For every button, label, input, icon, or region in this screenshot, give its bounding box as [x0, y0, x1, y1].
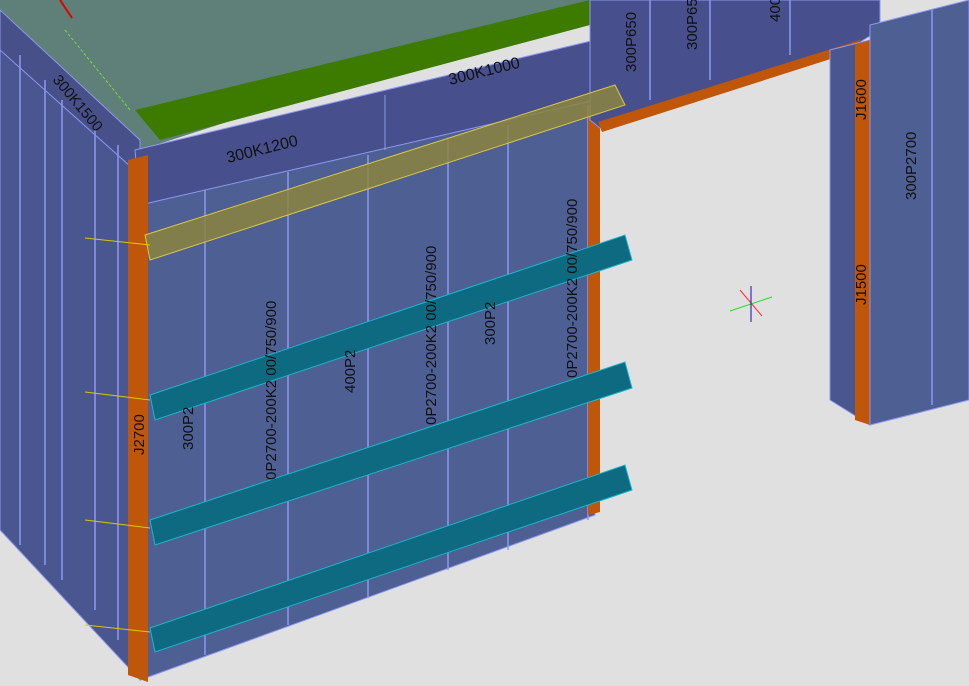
axis-gizmo-icon — [729, 286, 773, 322]
lintel-label: 400 — [767, 0, 784, 22]
panel-label: 300P2 — [180, 407, 197, 450]
panel-label: 0P2700-200K2 00/750/900 — [263, 301, 280, 480]
right-wall-face — [869, 0, 969, 426]
panel-label: 0P2700-200K2 00/750/900 — [564, 199, 581, 378]
lintel-label: 300P650 — [623, 12, 640, 72]
corner-label: J2700 — [131, 414, 148, 455]
panel-label: 0P2700-200K2 00/750/900 — [423, 246, 440, 425]
corner-label: J1500 — [853, 264, 870, 305]
panel-label: 300P2 — [482, 302, 499, 345]
panel-label: 400P2 — [342, 350, 359, 393]
formwork-model: 300K1200 300K1000 300K1500 300P650 300P6… — [0, 0, 969, 682]
cad-3d-viewport[interactable]: 300K1200 300K1000 300K1500 300P650 300P6… — [0, 0, 969, 686]
corner-label: J1600 — [853, 79, 870, 120]
panel-label: 300P2700 — [903, 132, 920, 200]
lintel-label: 300P65 — [684, 0, 701, 50]
corner-strip-right — [588, 110, 600, 515]
